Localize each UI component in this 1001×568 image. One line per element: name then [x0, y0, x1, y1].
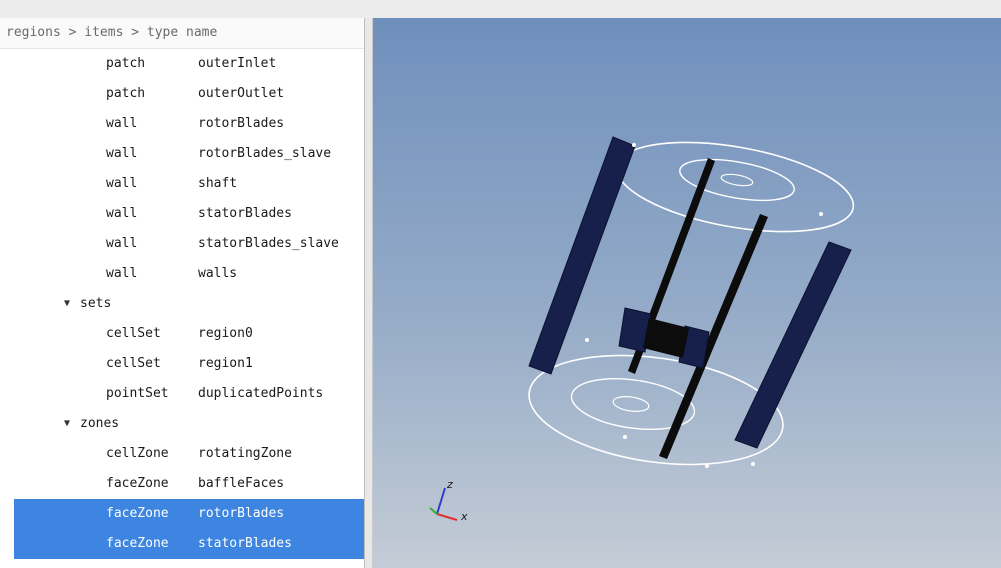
tree-row-cellset-region1[interactable]: cellSet region1 — [0, 349, 364, 379]
row-name: statorBlades — [198, 536, 292, 551]
z-axis-label: z — [446, 478, 453, 491]
tree-rows: patch outerInlet patch outerOutlet wall … — [0, 49, 364, 559]
tree-row-pointset-duplicatedpoints[interactable]: pointSet duplicatedPoints — [0, 379, 364, 409]
expand-arrow-icon[interactable]: ▼ — [64, 409, 70, 439]
tree-row-facezone-statorblades-selected[interactable]: faceZone statorBlades — [14, 529, 364, 559]
row-name: rotorBlades — [198, 116, 285, 131]
row-name: region1 — [198, 356, 253, 371]
row-type: cellSet — [106, 326, 161, 341]
row-type: faceZone — [106, 536, 169, 551]
row-type: wall — [106, 116, 138, 131]
tree-row-cellset-region0[interactable]: cellSet region0 — [0, 319, 364, 349]
wireframe-markers — [585, 143, 823, 468]
row-name: walls — [198, 266, 238, 281]
row-type: pointSet — [106, 386, 169, 401]
group-label: zones — [80, 416, 120, 431]
row-type: wall — [106, 236, 138, 251]
top-toolbar-strip — [0, 0, 1001, 19]
mesh-render: z x — [429, 136, 855, 523]
row-name: duplicatedPoints — [198, 386, 324, 401]
row-name: rotorBlades_slave — [198, 146, 332, 161]
tree-row-facezone-bafflefaces[interactable]: faceZone baffleFaces — [0, 469, 364, 499]
row-name: statorBlades_slave — [198, 236, 339, 251]
region-tree-panel[interactable]: regions > items > type name patch outerI… — [0, 18, 365, 568]
row-name: outerOutlet — [198, 86, 285, 101]
panel-splitter[interactable] — [365, 18, 373, 568]
row-type: cellZone — [106, 446, 169, 461]
row-type: faceZone — [106, 476, 169, 491]
tree-group-zones[interactable]: ▼ zones — [0, 409, 364, 439]
upper-wireframe — [615, 141, 855, 233]
row-name: outerInlet — [198, 56, 277, 71]
tree-row-patch-outeroutlet[interactable]: patch outerOutlet — [0, 79, 364, 109]
row-name: rotorBlades — [198, 506, 285, 521]
breadcrumb: regions > items > type name — [0, 18, 364, 49]
3d-viewport[interactable]: z x — [373, 18, 1001, 568]
tree-row-wall-statorblades-slave[interactable]: wall statorBlades_slave — [0, 229, 364, 259]
row-type: wall — [106, 176, 138, 191]
group-label: sets — [80, 296, 112, 311]
orientation-axes: z x — [429, 478, 468, 523]
tree-group-sets[interactable]: ▼ sets — [0, 289, 364, 319]
tree-row-cellzone-rotatingzone[interactable]: cellZone rotatingZone — [0, 439, 364, 469]
tree-row-wall-rotorblades[interactable]: wall rotorBlades — [0, 109, 364, 139]
row-type: faceZone — [106, 506, 169, 521]
row-name: shaft — [198, 176, 238, 191]
tree-row-wall-shaft[interactable]: wall shaft — [0, 169, 364, 199]
row-name: baffleFaces — [198, 476, 285, 491]
row-name: region0 — [198, 326, 253, 341]
tree-row-facezone-rotorblades-selected[interactable]: faceZone rotorBlades — [14, 499, 364, 529]
row-type: wall — [106, 146, 138, 161]
tree-row-patch-outerinlet[interactable]: patch outerInlet — [0, 49, 364, 79]
tree-row-wall-walls[interactable]: wall walls — [0, 259, 364, 289]
row-name: statorBlades — [198, 206, 292, 221]
row-type: wall — [106, 206, 138, 221]
row-type: wall — [106, 266, 138, 281]
expand-arrow-icon[interactable]: ▼ — [64, 289, 70, 319]
tree-row-wall-rotorblades-slave[interactable]: wall rotorBlades_slave — [0, 139, 364, 169]
tree-row-wall-statorblades[interactable]: wall statorBlades — [0, 199, 364, 229]
row-name: rotatingZone — [198, 446, 292, 461]
row-type: cellSet — [106, 356, 161, 371]
row-type: patch — [106, 56, 146, 71]
row-type: patch — [106, 86, 146, 101]
x-axis-label: x — [460, 510, 468, 523]
